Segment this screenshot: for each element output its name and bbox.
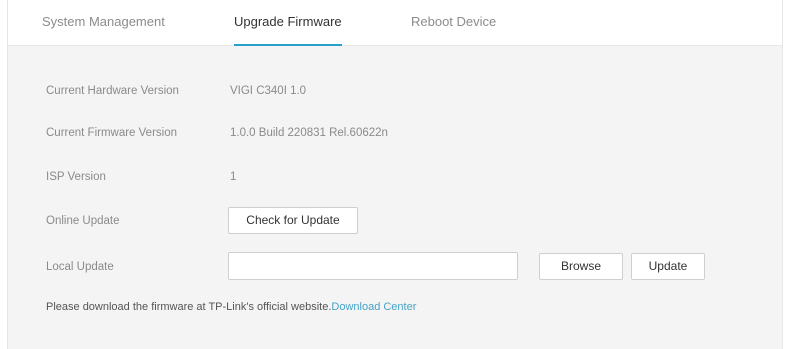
local-update-label: Local Update <box>46 261 114 273</box>
tab-reboot-device[interactable]: Reboot Device <box>411 0 496 46</box>
download-note: Please download the firmware at TP-Link'… <box>46 301 416 313</box>
hardware-version-value: VIGI C340I 1.0 <box>230 85 307 97</box>
tab-system-management[interactable]: System Management <box>42 0 165 46</box>
hardware-version-row: Current Hardware Version VIGI C340I 1.0 <box>8 76 782 106</box>
online-update-label: Online Update <box>46 215 120 227</box>
browse-button[interactable]: Browse <box>539 253 623 280</box>
local-update-row: Local Update Browse Update <box>8 252 782 282</box>
firmware-version-value: 1.0.0 Build 220831 Rel.60622n <box>230 127 388 139</box>
tab-bar: System Management Upgrade Firmware Reboo… <box>8 0 782 46</box>
firmware-version-row: Current Firmware Version 1.0.0 Build 220… <box>8 118 782 148</box>
isp-version-label: ISP Version <box>46 171 106 183</box>
tab-upgrade-firmware[interactable]: Upgrade Firmware <box>234 0 342 46</box>
update-button[interactable]: Update <box>631 253 705 280</box>
check-for-update-button[interactable]: Check for Update <box>228 207 358 234</box>
firmware-file-field[interactable] <box>228 252 518 280</box>
isp-version-value: 1 <box>230 171 237 183</box>
online-update-row: Online Update Check for Update <box>8 206 782 236</box>
settings-card: System Management Upgrade Firmware Reboo… <box>7 0 783 349</box>
firmware-version-label: Current Firmware Version <box>46 127 178 139</box>
page: System Management Upgrade Firmware Reboo… <box>0 0 790 349</box>
download-center-link[interactable]: Download Center <box>331 301 416 313</box>
download-note-text: Please download the firmware at TP-Link'… <box>46 301 332 313</box>
isp-version-row: ISP Version 1 <box>8 162 782 192</box>
hardware-version-label: Current Hardware Version <box>46 85 179 97</box>
